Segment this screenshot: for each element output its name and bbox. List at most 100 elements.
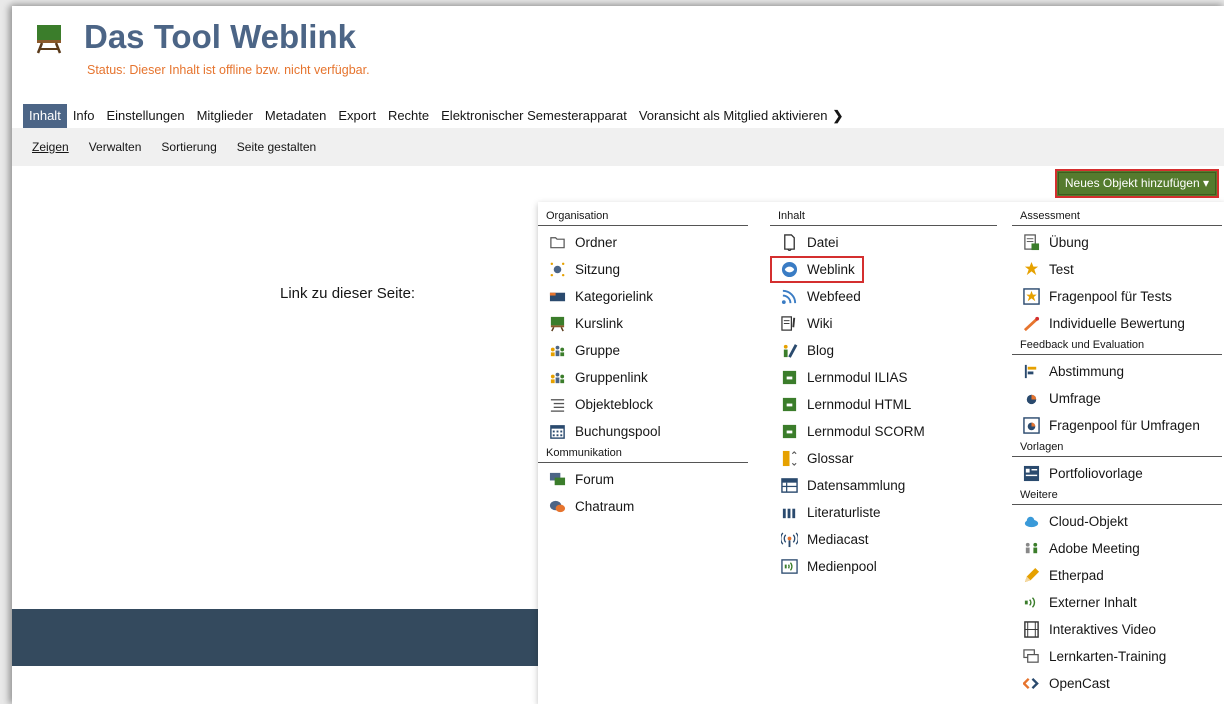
pencil-icon [1022, 567, 1040, 585]
tab-label: Einstellungen [106, 108, 185, 123]
menu-item-label: Lernmodul SCORM [807, 424, 925, 439]
menu-item-etherpad[interactable]: Etherpad [1012, 562, 1222, 589]
menu-item-label: Externer Inhalt [1049, 595, 1137, 610]
menu-item-webfeed[interactable]: Webfeed [770, 283, 997, 310]
menu-item-label: Buchungspool [575, 424, 661, 439]
subtab-verwalten[interactable]: Verwalten [86, 140, 145, 154]
group-heading: Weitere [1012, 487, 1222, 505]
tab-export[interactable]: Export [332, 104, 382, 128]
menu-item-medienpool[interactable]: Medienpool [770, 553, 997, 580]
menu-item-portfoliovorlage[interactable]: Portfoliovorlage [1012, 460, 1222, 487]
menu-item-label: Etherpad [1049, 568, 1104, 583]
portfolio-template-icon [1022, 465, 1040, 483]
booking-pool-icon [548, 423, 566, 441]
weblink-icon [780, 261, 798, 279]
menu-item-umfrage[interactable]: Umfrage [1012, 385, 1222, 412]
menu-item-übung[interactable]: Übung [1012, 229, 1222, 256]
menu-item-lernmodul-html[interactable]: Lernmodul HTML [770, 391, 997, 418]
tab-info[interactable]: Info [67, 104, 101, 128]
group-icon [548, 342, 566, 360]
menu-item-datensammlung[interactable]: Datensammlung [770, 472, 997, 499]
menu-item-kurslink[interactable]: Kurslink [538, 310, 748, 337]
tab-mitglieder[interactable]: Mitglieder [191, 104, 259, 128]
menu-item-cloud-objekt[interactable]: Cloud-Objekt [1012, 508, 1222, 535]
menu-item-label: Test [1049, 262, 1074, 277]
question-pool-icon [1022, 288, 1040, 306]
survey-icon [1022, 390, 1040, 408]
group-heading: Organisation [538, 208, 748, 226]
tab-metadaten[interactable]: Metadaten [259, 104, 332, 128]
menu-item-externer-inhalt[interactable]: Externer Inhalt [1012, 589, 1222, 616]
add-new-object-button[interactable]: Neues Objekt hinzufügen ▾ [1054, 169, 1219, 198]
wiki-icon [780, 315, 798, 333]
menu-item-blog[interactable]: Blog [770, 337, 997, 364]
menu-item-kategorielink[interactable]: Kategorielink [538, 283, 748, 310]
dropdown-column-assessment: Assessment Übung Test Fragenpool für Tests I… [1012, 208, 1222, 697]
menu-item-label: Forum [575, 472, 615, 487]
dropdown-column-organisation: Organisation Ordner Sitzung Kategorielink Ku… [538, 208, 748, 520]
menu-item-lernkarten-training[interactable]: Lernkarten-Training [1012, 643, 1222, 670]
tab-elektronischer-semesterapparat[interactable]: Elektronischer Semesterapparat [435, 104, 633, 128]
menu-item-glossar[interactable]: Glossar [770, 445, 997, 472]
menu-item-objekteblock[interactable]: Objekteblock [538, 391, 748, 418]
menu-item-chatraum[interactable]: Chatraum [538, 493, 748, 520]
menu-item-fragenpool-für-umfragen[interactable]: Fragenpool für Umfragen [1012, 412, 1222, 439]
menu-item-datei[interactable]: Datei [770, 229, 997, 256]
main-tabs: Inhalt Info Einstellungen Mitglieder Metadat… [23, 104, 849, 128]
menu-item-label: Sitzung [575, 262, 621, 277]
menu-item-label: Wiki [807, 316, 833, 331]
menu-item-wiki[interactable]: Wiki [770, 310, 997, 337]
blog-icon [780, 342, 798, 360]
menu-item-gruppe[interactable]: Gruppe [538, 337, 748, 364]
cloud-icon [1022, 513, 1040, 531]
exercise-icon [1022, 234, 1040, 252]
menu-item-label: Chatraum [575, 499, 635, 514]
menu-item-ordner[interactable]: Ordner [538, 229, 748, 256]
menu-item-test[interactable]: Test [1012, 256, 1222, 283]
poll-icon [1022, 363, 1040, 381]
tab-label: Export [338, 108, 376, 123]
menu-item-forum[interactable]: Forum [538, 466, 748, 493]
menu-item-literaturliste[interactable]: Literaturliste [770, 499, 997, 526]
menu-item-label: Literaturliste [807, 505, 881, 520]
bibliography-icon [780, 504, 798, 522]
menu-item-interaktives-video[interactable]: Interaktives Video [1012, 616, 1222, 643]
group-heading: Assessment [1012, 208, 1222, 226]
session-icon [548, 261, 566, 279]
menu-item-adobe-meeting[interactable]: Adobe Meeting [1012, 535, 1222, 562]
tab-label: Voransicht als Mitglied aktivieren [638, 108, 828, 123]
tab-voransicht-als-mitglied-aktivieren[interactable]: Voransicht als Mitglied aktivieren ❯ [633, 104, 850, 128]
menu-item-label: Übung [1049, 235, 1089, 250]
menu-item-label: Individuelle Bewertung [1049, 316, 1185, 331]
menu-item-label: Umfrage [1049, 391, 1101, 406]
menu-item-label: Kategorielink [575, 289, 654, 304]
subtab-zeigen[interactable]: Zeigen [29, 140, 72, 154]
menu-item-lernmodul-scorm[interactable]: Lernmodul SCORM [770, 418, 997, 445]
media-pool-icon [780, 558, 798, 576]
menu-item-gruppenlink[interactable]: Gruppenlink [538, 364, 748, 391]
menu-item-opencast[interactable]: OpenCast [1012, 670, 1222, 697]
menu-item-abstimmung[interactable]: Abstimmung [1012, 358, 1222, 385]
subtab-seite-gestalten[interactable]: Seite gestalten [234, 140, 319, 154]
learning-module-icon [780, 369, 798, 387]
menu-item-mediacast[interactable]: Mediacast [770, 526, 997, 553]
group-heading: Inhalt [770, 208, 997, 226]
tab-rechte[interactable]: Rechte [382, 104, 435, 128]
tab-label: Elektronischer Semesterapparat [441, 108, 627, 123]
subtab-sortierung[interactable]: Sortierung [158, 140, 219, 154]
menu-item-weblink[interactable]: Weblink [770, 256, 864, 283]
menu-item-label: Abstimmung [1049, 364, 1125, 379]
tab-inhalt[interactable]: Inhalt [23, 104, 67, 128]
sub-tabs: Zeigen Verwalten Sortierung Seite gestalten [12, 128, 1224, 166]
tab-einstellungen[interactable]: Einstellungen [101, 104, 191, 128]
page-header: Das Tool Weblink Status: Dieser Inhalt i… [12, 6, 1224, 102]
menu-item-label: Blog [807, 343, 835, 358]
webfeed-icon [780, 288, 798, 306]
menu-item-lernmodul-ilias[interactable]: Lernmodul ILIAS [770, 364, 997, 391]
menu-item-sitzung[interactable]: Sitzung [538, 256, 748, 283]
menu-item-fragenpool-für-tests[interactable]: Fragenpool für Tests [1012, 283, 1222, 310]
menu-item-buchungspool[interactable]: Buchungspool [538, 418, 748, 445]
file-icon [780, 234, 798, 252]
menu-item-individuelle-bewertung[interactable]: Individuelle Bewertung [1012, 310, 1222, 337]
survey-pool-icon [1022, 417, 1040, 435]
